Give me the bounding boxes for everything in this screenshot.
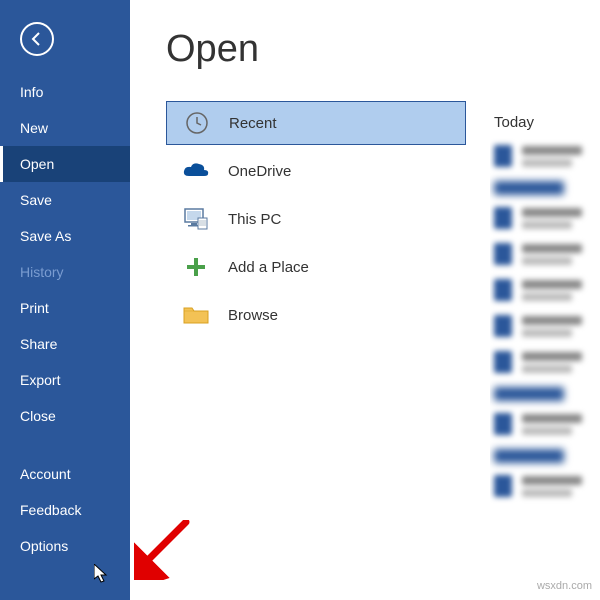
sidebar-item-export[interactable]: Export — [0, 362, 130, 398]
sidebar-item-save-as[interactable]: Save As — [0, 218, 130, 254]
location-browse[interactable]: Browse — [166, 293, 466, 337]
back-arrow-icon — [29, 31, 45, 47]
back-button[interactable] — [20, 22, 54, 56]
sidebar-item-account[interactable]: Account — [0, 456, 130, 492]
sidebar-item-options[interactable]: Options — [0, 528, 130, 564]
sidebar-item-open[interactable]: Open — [0, 146, 130, 182]
document-item[interactable] — [490, 243, 600, 265]
watermark: wsxdn.com — [537, 580, 592, 592]
section-heading — [494, 387, 564, 401]
document-item[interactable] — [490, 351, 600, 373]
computer-icon — [182, 205, 210, 233]
sidebar-item-history: History — [0, 254, 130, 290]
location-label: This PC — [228, 211, 281, 228]
sidebar-item-save[interactable]: Save — [0, 182, 130, 218]
location-recent[interactable]: Recent — [166, 101, 466, 145]
location-label: Browse — [228, 307, 278, 324]
document-item[interactable] — [490, 207, 600, 229]
page-title: Open — [166, 28, 490, 71]
backstage-sidebar: Info New Open Save Save As History Print… — [0, 0, 130, 600]
sidebar-item-share[interactable]: Share — [0, 326, 130, 362]
sidebar-item-feedback[interactable]: Feedback — [0, 492, 130, 528]
document-item[interactable] — [490, 279, 600, 301]
location-label: Recent — [229, 115, 277, 132]
document-item[interactable] — [490, 315, 600, 337]
sidebar-item-print[interactable]: Print — [0, 290, 130, 326]
folder-icon — [182, 301, 210, 329]
plus-icon — [182, 253, 210, 281]
section-heading — [494, 449, 564, 463]
location-this-pc[interactable]: This PC — [166, 197, 466, 241]
clock-icon — [183, 109, 211, 137]
document-item[interactable] — [490, 145, 600, 167]
sidebar-item-new[interactable]: New — [0, 110, 130, 146]
sidebar-item-close[interactable]: Close — [0, 398, 130, 434]
sidebar-item-info[interactable]: Info — [0, 74, 130, 110]
location-label: OneDrive — [228, 163, 291, 180]
location-add-place[interactable]: Add a Place — [166, 245, 466, 289]
section-today: Today — [490, 114, 600, 131]
recent-documents-panel: Today — [490, 0, 600, 600]
section-heading — [494, 181, 564, 195]
location-label: Add a Place — [228, 259, 309, 276]
location-onedrive[interactable]: OneDrive — [166, 149, 466, 193]
onedrive-icon — [182, 157, 210, 185]
document-item[interactable] — [490, 413, 600, 435]
document-item[interactable] — [490, 475, 600, 497]
